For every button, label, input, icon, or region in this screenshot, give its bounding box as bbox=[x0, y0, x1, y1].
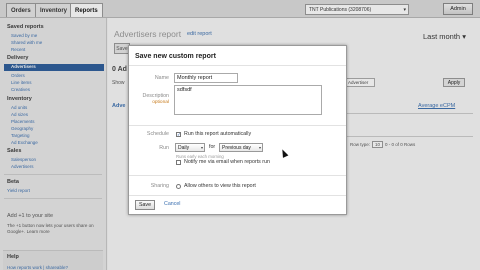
dialog-title: Save new custom report bbox=[135, 53, 216, 60]
run-automatically-checkbox[interactable]: ✓ bbox=[176, 132, 181, 137]
run-label: Run bbox=[159, 145, 169, 151]
name-label: Name bbox=[154, 75, 169, 81]
cancel-button[interactable]: Cancel bbox=[164, 201, 181, 207]
allow-others-label: Allow others to view this report bbox=[184, 183, 256, 189]
sharing-label: Sharing bbox=[150, 183, 169, 189]
allow-others-radio[interactable] bbox=[176, 184, 181, 189]
description-label: Description bbox=[142, 93, 170, 99]
chevron-down-icon: ▾ bbox=[200, 145, 203, 150]
run-period-select[interactable]: Previous day ▾ bbox=[219, 143, 263, 152]
for-label: for bbox=[209, 144, 216, 150]
save-report-dialog: Save new custom report Name Monthly repo… bbox=[128, 45, 347, 215]
run-frequency-value: Daily bbox=[178, 145, 190, 151]
description-textarea[interactable]: sdfsdf bbox=[174, 85, 322, 115]
report-name-input[interactable]: Monthly report bbox=[174, 73, 238, 83]
dialog-divider bbox=[129, 65, 346, 66]
run-automatically-label: Run this report automatically bbox=[184, 131, 252, 137]
dialog-divider bbox=[129, 175, 346, 176]
notify-email-label: Notify me via email when reports run bbox=[184, 159, 270, 165]
run-frequency-select[interactable]: Daily ▾ bbox=[175, 143, 205, 152]
dialog-divider bbox=[129, 195, 346, 196]
save-button[interactable]: Save bbox=[135, 200, 155, 210]
dialog-divider bbox=[129, 125, 346, 126]
schedule-label: Schedule bbox=[146, 131, 169, 137]
description-optional-label: optional bbox=[152, 100, 169, 105]
chevron-down-icon: ▾ bbox=[258, 145, 261, 150]
notify-email-checkbox[interactable] bbox=[176, 160, 181, 165]
run-period-value: Previous day bbox=[222, 145, 251, 151]
